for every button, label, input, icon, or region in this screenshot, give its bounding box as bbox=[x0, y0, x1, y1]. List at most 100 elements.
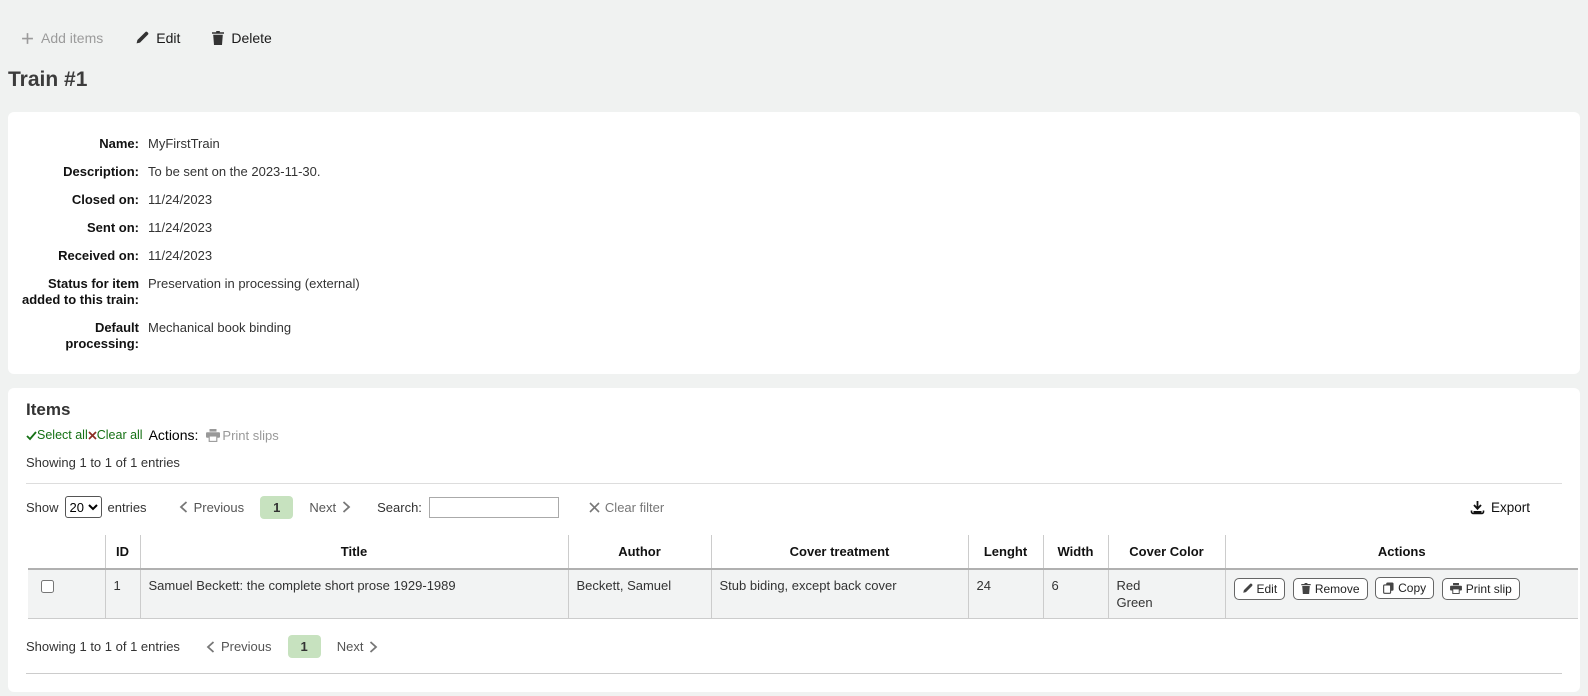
plus-icon bbox=[21, 32, 34, 45]
cover-treatment-cell: Stub biding, except back cover bbox=[711, 569, 968, 619]
column-header-cover-color[interactable]: Cover Color bbox=[1108, 535, 1225, 569]
actions-label: Actions: bbox=[149, 427, 199, 444]
chevron-right-icon bbox=[342, 501, 351, 513]
detail-value: 11/24/2023 bbox=[148, 220, 1570, 236]
edit-button[interactable]: Edit bbox=[135, 30, 180, 46]
add-items-button[interactable]: Add items bbox=[21, 30, 103, 46]
export-button[interactable]: Export bbox=[1470, 500, 1530, 515]
page-number-button-bottom[interactable]: 1 bbox=[288, 635, 321, 658]
chevron-right-icon bbox=[369, 641, 378, 653]
detail-row-status: Status for item added to this train: Pre… bbox=[18, 276, 1570, 308]
page-title: Train #1 bbox=[8, 68, 1588, 92]
printer-icon bbox=[1450, 583, 1462, 594]
row-remove-label: Remove bbox=[1315, 582, 1360, 596]
pagination-top: Previous 1 Next bbox=[179, 496, 352, 519]
width-cell: 6 bbox=[1043, 569, 1108, 619]
detail-label: Received on: bbox=[18, 248, 139, 264]
previous-page-button[interactable]: Previous bbox=[179, 500, 245, 515]
check-icon bbox=[26, 430, 37, 441]
detail-row-description: Description: To be sent on the 2023-11-3… bbox=[18, 164, 1570, 180]
column-header-author[interactable]: Author bbox=[568, 535, 711, 569]
printer-icon bbox=[206, 429, 220, 442]
print-slips-button[interactable]: Print slips bbox=[206, 427, 278, 444]
print-slips-label: Print slips bbox=[222, 427, 278, 444]
detail-label: Closed on: bbox=[18, 192, 139, 208]
edit-label: Edit bbox=[156, 30, 180, 46]
column-header-actions: Actions bbox=[1225, 535, 1578, 569]
detail-row-default-processing: Default processing: Mechanical book bind… bbox=[18, 320, 1570, 352]
table-footer: Showing 1 to 1 of 1 entries Previous 1 N… bbox=[26, 635, 1570, 658]
detail-label: Name: bbox=[18, 136, 139, 152]
pencil-icon bbox=[135, 31, 149, 45]
export-label: Export bbox=[1491, 500, 1530, 515]
column-header-id[interactable]: ID bbox=[105, 535, 140, 569]
page-size-select[interactable]: 20 bbox=[65, 496, 102, 518]
detail-value: Mechanical book binding bbox=[148, 320, 1570, 352]
detail-label: Default processing: bbox=[18, 320, 139, 352]
chevron-left-icon bbox=[179, 501, 188, 513]
trash-icon bbox=[212, 31, 224, 45]
page-toolbar: Add items Edit Delete bbox=[0, 0, 1588, 48]
lenght-cell: 24 bbox=[968, 569, 1043, 619]
column-header-cover-treatment[interactable]: Cover treatment bbox=[711, 535, 968, 569]
items-heading: Items bbox=[26, 400, 1570, 420]
cover-color-cell: Red Green bbox=[1108, 569, 1225, 619]
clear-filter-label: Clear filter bbox=[605, 500, 664, 515]
copy-icon bbox=[1383, 582, 1394, 594]
showing-entries-text: Showing 1 to 1 of 1 entries bbox=[26, 455, 1570, 471]
pencil-icon bbox=[1242, 583, 1253, 594]
detail-value: Preservation in processing (external) bbox=[148, 276, 1570, 308]
detail-value: 11/24/2023 bbox=[148, 192, 1570, 208]
detail-row-received-on: Received on: 11/24/2023 bbox=[18, 248, 1570, 264]
clear-filter-button[interactable]: Clear filter bbox=[589, 500, 664, 515]
cover-color-line: Green bbox=[1117, 594, 1217, 611]
table-header-row: ID Title Author Cover treatment Lenght W… bbox=[28, 535, 1578, 569]
detail-row-sent-on: Sent on: 11/24/2023 bbox=[18, 220, 1570, 236]
next-label-bottom: Next bbox=[337, 639, 364, 654]
divider bbox=[26, 483, 1562, 484]
previous-label-bottom: Previous bbox=[221, 639, 272, 654]
row-remove-button[interactable]: Remove bbox=[1293, 578, 1368, 600]
download-icon bbox=[1470, 500, 1485, 515]
row-select-checkbox[interactable] bbox=[41, 580, 54, 593]
add-items-label: Add items bbox=[41, 30, 103, 46]
pagination-bottom: Previous 1 Next bbox=[206, 635, 379, 658]
id-cell: 1 bbox=[105, 569, 140, 619]
next-label: Next bbox=[309, 500, 336, 515]
show-label: Show bbox=[26, 500, 59, 515]
table-controls: Show 20 entries Previous 1 Next Search bbox=[26, 493, 1562, 521]
search-group: Search: bbox=[377, 497, 559, 518]
search-label: Search: bbox=[377, 500, 422, 515]
next-page-button[interactable]: Next bbox=[309, 500, 351, 515]
row-edit-button[interactable]: Edit bbox=[1234, 578, 1286, 600]
column-header-title[interactable]: Title bbox=[140, 535, 568, 569]
select-all-link[interactable]: Select all bbox=[26, 427, 88, 444]
title-cell: Samuel Beckett: the complete short prose… bbox=[140, 569, 568, 619]
previous-page-button-bottom[interactable]: Previous bbox=[206, 639, 272, 654]
page-number-button[interactable]: 1 bbox=[260, 496, 293, 519]
detail-value: MyFirstTrain bbox=[148, 136, 1570, 152]
row-copy-button[interactable]: Copy bbox=[1375, 577, 1434, 599]
items-panel: Items Select all Clear all Actions: Prin… bbox=[8, 388, 1580, 692]
page-size-group: Show 20 entries bbox=[26, 496, 147, 518]
clear-all-label: Clear all bbox=[97, 427, 143, 444]
column-header-checkbox bbox=[28, 535, 105, 569]
detail-label: Status for item added to this train: bbox=[18, 276, 139, 308]
divider-bottom bbox=[26, 673, 1562, 674]
detail-label: Description: bbox=[18, 164, 139, 180]
row-print-slip-button[interactable]: Print slip bbox=[1442, 578, 1520, 600]
clear-all-link[interactable]: Clear all bbox=[88, 427, 143, 444]
previous-label: Previous bbox=[194, 500, 245, 515]
train-details-panel: Name: MyFirstTrain Description: To be se… bbox=[8, 112, 1580, 374]
checkbox-cell bbox=[28, 569, 105, 619]
search-input[interactable] bbox=[429, 497, 559, 518]
trash-icon bbox=[1301, 583, 1311, 594]
column-header-lenght[interactable]: Lenght bbox=[968, 535, 1043, 569]
table-row: 1 Samuel Beckett: the complete short pro… bbox=[28, 569, 1578, 619]
detail-row-closed-on: Closed on: 11/24/2023 bbox=[18, 192, 1570, 208]
detail-value: 11/24/2023 bbox=[148, 248, 1570, 264]
next-page-button-bottom[interactable]: Next bbox=[337, 639, 379, 654]
actions-cell: Edit Remove Copy bbox=[1225, 569, 1578, 619]
delete-button[interactable]: Delete bbox=[212, 30, 271, 46]
column-header-width[interactable]: Width bbox=[1043, 535, 1108, 569]
